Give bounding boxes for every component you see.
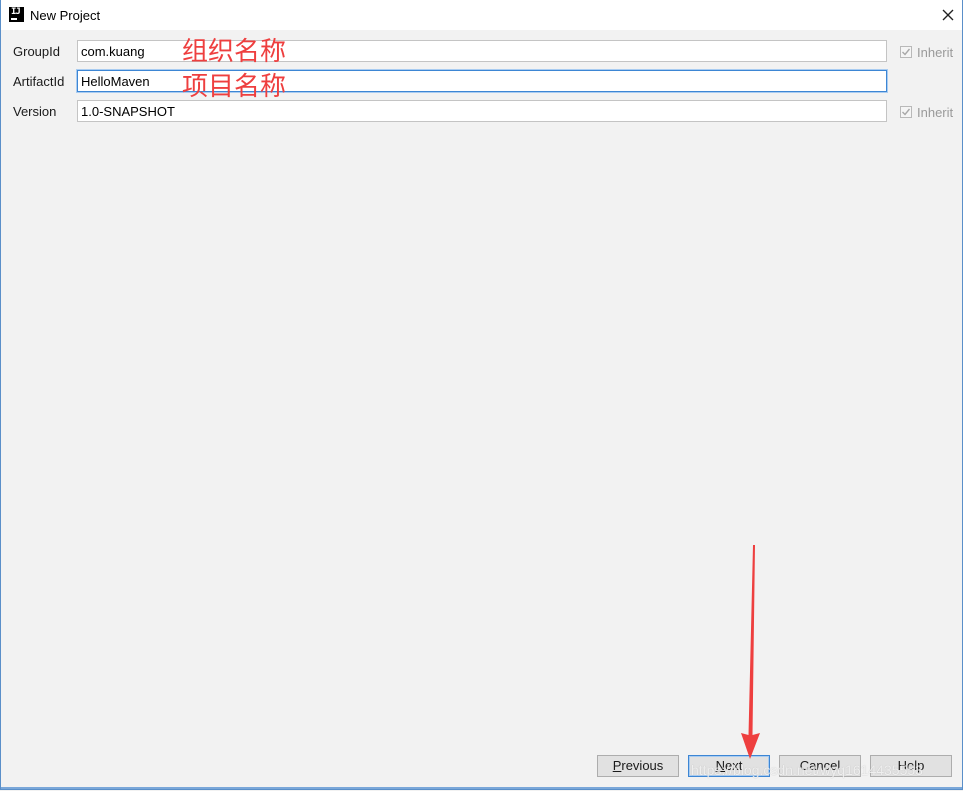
red-arrow-annotation [741,545,760,759]
cancel-button[interactable]: Cancel [779,755,861,777]
version-inherit-checkbox[interactable]: Inherit [900,104,953,120]
checkbox-icon [900,106,912,118]
intellij-app-icon: IJ [9,7,24,22]
inherit-label: Inherit [917,104,954,120]
version-label: Version [13,104,57,119]
close-icon [942,9,954,21]
next-button[interactable]: Next [688,755,770,777]
window-title: New Project [30,8,101,23]
artifactid-annotation: 项目名称 [182,72,287,102]
inherit-label: Inherit [917,44,954,60]
help-button[interactable]: Help [870,755,952,777]
version-input[interactable] [77,100,887,122]
previous-button[interactable]: Previous [597,755,679,777]
title-bar: IJ New Project [1,0,962,30]
new-project-dialog: IJ New Project GroupId Inherit ArtifactI… [0,0,963,790]
close-button[interactable] [938,5,958,25]
groupid-annotation: 组织名称 [182,37,287,67]
groupid-inherit-checkbox[interactable]: Inherit [900,44,953,60]
groupid-label: GroupId [13,44,60,59]
checkbox-icon [900,46,912,58]
artifactid-label: ArtifactId [13,74,65,89]
bottom-border [1,787,962,789]
